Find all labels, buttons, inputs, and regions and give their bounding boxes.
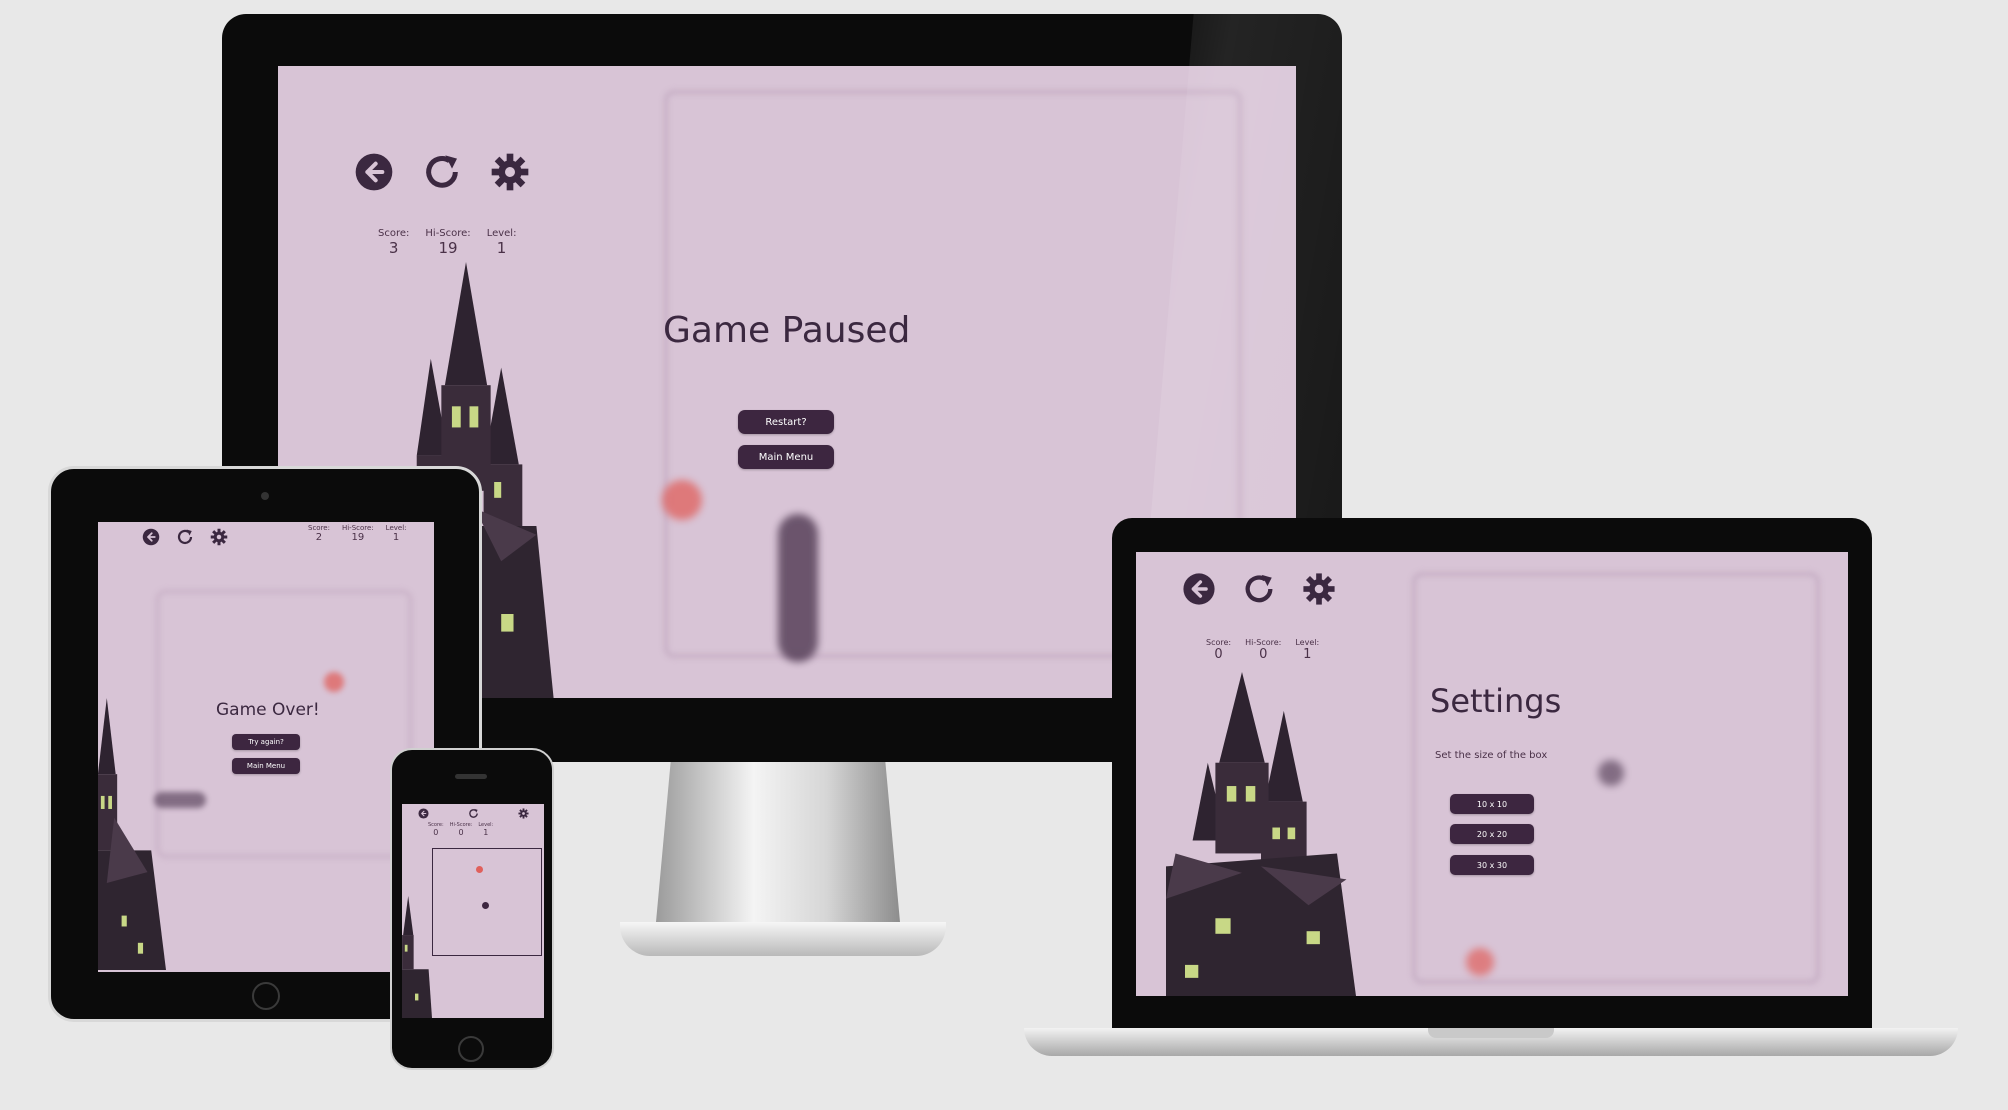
snake-head <box>482 902 489 909</box>
settings-heading: Settings <box>1430 682 1562 720</box>
score-stat: Score: 0 <box>1206 638 1231 662</box>
main-menu-button[interactable]: Main Menu <box>232 758 300 774</box>
stat-label: Level: <box>486 228 517 239</box>
main-menu-button[interactable]: Main Menu <box>738 445 834 469</box>
tablet-camera <box>261 492 269 500</box>
stat-label: Hi-Score: <box>341 524 374 532</box>
size-10-button[interactable]: 10 x 10 <box>1450 794 1534 814</box>
phone-home-button <box>458 1036 484 1062</box>
hi-score-stat: Hi-Score: 0 <box>450 822 473 837</box>
haunted-castle-illustration <box>1166 672 1356 996</box>
size-30-button[interactable]: 30 x 30 <box>1450 855 1534 875</box>
hi-score-stat: Hi-Score: 0 <box>1245 638 1281 662</box>
back-arrow-icon[interactable] <box>142 528 160 546</box>
settings-subtitle: Set the size of the box <box>1435 750 1548 761</box>
haunted-castle-illustration <box>98 698 166 970</box>
stat-value: 19 <box>438 239 458 257</box>
stat-label: Level: <box>1295 638 1320 647</box>
game-board-outline <box>156 590 412 858</box>
laptop-screen: Score: 0 Hi-Score: 0 Level: 1 Settings Set … <box>1136 552 1848 996</box>
stat-label: Score: <box>378 228 410 239</box>
hi-score-stat: Hi-Score: 19 <box>425 228 470 257</box>
tablet-stats: Score: 2 Hi-Score: 19 Level: 1 <box>308 524 407 543</box>
haunted-castle-illustration <box>402 896 432 1018</box>
tablet-home-button <box>252 982 280 1010</box>
tablet-screen: Score: 2 Hi-Score: 19 Level: 1 Game Over! T… <box>98 522 434 972</box>
food-dot <box>662 480 702 520</box>
stat-value: 1 <box>392 532 400 543</box>
stat-label: Score: <box>308 524 330 532</box>
phone-stats: Score: 0 Hi-Score: 0 Level: 1 <box>428 822 493 837</box>
back-arrow-icon[interactable] <box>354 152 394 192</box>
snake-head <box>1598 760 1624 786</box>
phone-speaker <box>455 774 487 779</box>
pause-heading: Game Paused <box>663 310 911 351</box>
stat-value: 0 <box>433 828 439 837</box>
stat-value: 0 <box>1214 647 1223 662</box>
stat-label: Score: <box>1206 638 1232 647</box>
monitor-stand-foot <box>620 922 946 956</box>
stat-value: 1 <box>496 239 507 257</box>
stat-value: 0 <box>458 828 464 837</box>
stat-label: Hi-Score: <box>425 228 471 239</box>
stat-value: 1 <box>483 828 489 837</box>
hi-score-stat: Hi-Score: 19 <box>342 524 374 543</box>
score-stat: Score: 2 <box>308 524 330 543</box>
try-again-button[interactable]: Try again? <box>232 734 300 750</box>
stat-value: 3 <box>388 239 399 257</box>
stat-label: Level: <box>385 524 407 532</box>
score-stat: Score: 0 <box>428 822 444 837</box>
gear-icon[interactable] <box>210 528 228 546</box>
level-stat: Level: 1 <box>1295 638 1319 662</box>
level-stat: Level: 1 <box>386 524 407 543</box>
restart-button[interactable]: Restart? <box>738 410 834 434</box>
stat-value: 19 <box>351 532 365 543</box>
back-arrow-icon[interactable] <box>1182 572 1216 606</box>
food-dot <box>324 672 344 692</box>
restart-icon[interactable] <box>176 528 194 546</box>
laptop-notch <box>1428 1028 1554 1038</box>
level-stat: Level: 1 <box>478 822 493 837</box>
laptop-stats: Score: 0 Hi-Score: 0 Level: 1 <box>1206 638 1319 662</box>
stat-value: 0 <box>1259 647 1268 662</box>
restart-icon[interactable] <box>422 152 462 192</box>
back-arrow-icon[interactable] <box>418 808 429 819</box>
gear-icon[interactable] <box>518 808 529 819</box>
stat-label: Hi-Score: <box>1245 638 1282 647</box>
restart-icon[interactable] <box>1242 572 1276 606</box>
stat-value: 2 <box>315 532 323 543</box>
food-dot <box>476 866 483 873</box>
game-over-heading: Game Over! <box>216 700 320 720</box>
desktop-stats: Score: 3 Hi-Score: 19 Level: 1 <box>378 228 516 257</box>
score-stat: Score: 3 <box>378 228 409 257</box>
gear-icon[interactable] <box>490 152 530 192</box>
restart-icon[interactable] <box>468 808 479 819</box>
gear-icon[interactable] <box>1302 572 1336 606</box>
phone-screen: Score: 0 Hi-Score: 0 Level: 1 <box>402 804 544 1018</box>
snake-body <box>778 514 818 662</box>
stat-value: 1 <box>1303 647 1312 662</box>
monitor-stand-neck <box>656 762 900 922</box>
level-stat: Level: 1 <box>487 228 517 257</box>
food-dot <box>1466 948 1494 976</box>
size-20-button[interactable]: 20 x 20 <box>1450 824 1534 844</box>
